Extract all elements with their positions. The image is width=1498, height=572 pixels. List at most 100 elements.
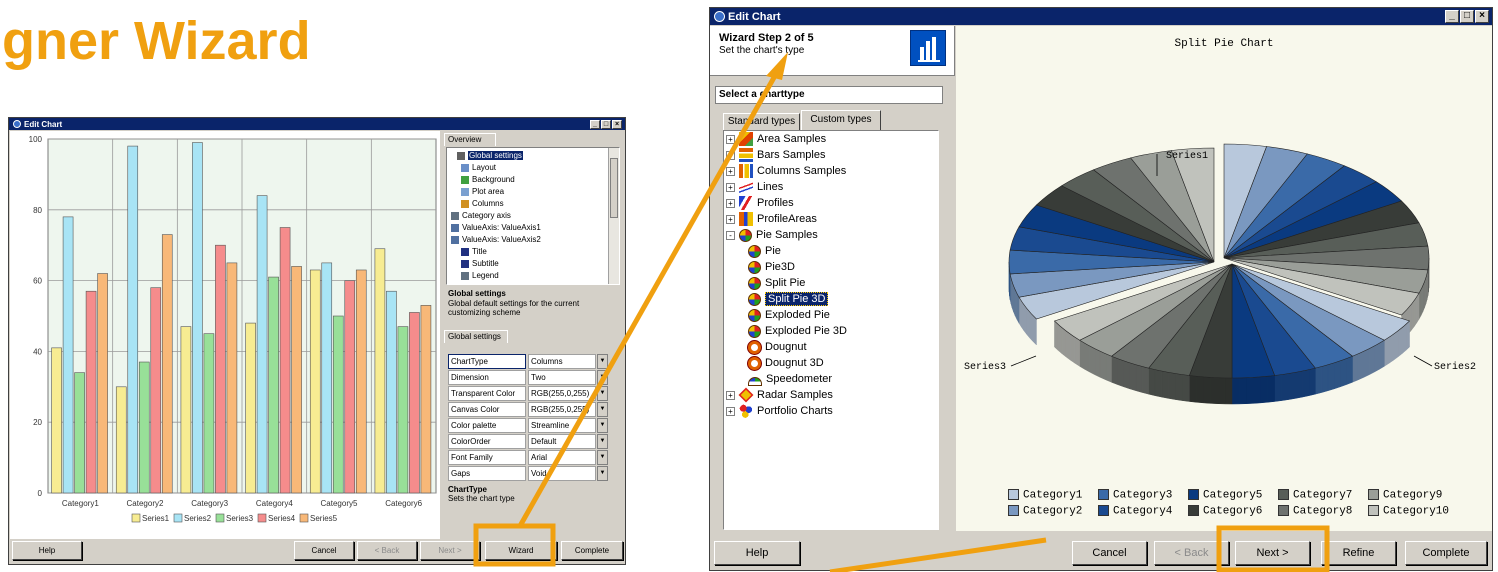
- complete-button[interactable]: Complete: [1405, 541, 1487, 565]
- dropdown-arrow-icon[interactable]: ▼: [597, 434, 608, 449]
- tree-item[interactable]: Pie3D: [748, 259, 795, 275]
- expand-icon[interactable]: +: [726, 166, 735, 176]
- collapse-icon[interactable]: -: [726, 230, 735, 240]
- expand-icon[interactable]: +: [726, 214, 735, 224]
- dropdown-arrow-icon[interactable]: ▼: [597, 370, 608, 385]
- overview-item-label: Category axis: [462, 211, 511, 220]
- overview-item[interactable]: Layout: [461, 162, 496, 173]
- tree-item[interactable]: + ProfileAreas: [726, 211, 817, 227]
- settings-row[interactable]: ColorOrder Default ▼: [448, 434, 608, 449]
- settings-row[interactable]: Transparent Color RGB(255,0,255) ▼: [448, 386, 608, 401]
- tree-item[interactable]: Split Pie 3D: [748, 291, 829, 307]
- tree-item[interactable]: Speedometer: [748, 371, 832, 387]
- pie-slice-side: [1217, 377, 1226, 405]
- settings-value[interactable]: RGB(255,0,255): [528, 402, 596, 417]
- small-complete-button[interactable]: Complete: [561, 541, 623, 560]
- overview-item[interactable]: ValueAxis: ValueAxis1: [451, 222, 541, 233]
- tree-item[interactable]: Dougnut 3D: [748, 355, 824, 371]
- tree-item[interactable]: + Radar Samples: [726, 387, 833, 403]
- tree-item[interactable]: + Bars Samples: [726, 147, 825, 163]
- overview-item[interactable]: Global settings: [457, 150, 523, 161]
- tree-item[interactable]: + Lines: [726, 179, 783, 195]
- settings-value[interactable]: Default: [528, 434, 596, 449]
- bar: [74, 372, 85, 494]
- settings-row[interactable]: Color palette Streamline ▼: [448, 418, 608, 433]
- settings-value[interactable]: Two: [528, 370, 596, 385]
- settings-value[interactable]: Arial: [528, 450, 596, 465]
- expand-icon[interactable]: +: [726, 406, 735, 416]
- dropdown-arrow-icon[interactable]: ▼: [597, 402, 608, 417]
- overview-item[interactable]: Title: [461, 246, 487, 257]
- settings-row[interactable]: Dimension Two ▼: [448, 370, 608, 385]
- tab-standard-types[interactable]: Standard types: [723, 113, 800, 130]
- expand-icon[interactable]: +: [726, 390, 735, 400]
- settings-desc-text: Sets the chart type: [448, 494, 515, 503]
- small-wizard-button[interactable]: Wizard: [485, 541, 557, 560]
- help-button[interactable]: Help: [714, 541, 800, 565]
- expand-icon[interactable]: +: [726, 182, 735, 192]
- maximize-icon[interactable]: □: [1460, 10, 1474, 23]
- overview-scrollbar[interactable]: [608, 148, 619, 284]
- overview-item[interactable]: Subtitle: [461, 258, 499, 269]
- pie-chart-icon: [748, 244, 761, 258]
- legend-label: Series3: [226, 514, 254, 523]
- tree-item[interactable]: + Profiles: [726, 195, 794, 211]
- tree-item[interactable]: - Pie Samples: [726, 227, 818, 243]
- close-icon[interactable]: ×: [1475, 10, 1489, 23]
- small-help-button[interactable]: Help: [12, 541, 82, 560]
- overview-item[interactable]: Columns: [461, 198, 504, 209]
- settings-value[interactable]: Void: [528, 466, 596, 481]
- cancel-button[interactable]: Cancel: [1072, 541, 1147, 565]
- legend-swatch: [1188, 505, 1199, 516]
- minimize-icon[interactable]: _: [1445, 10, 1459, 23]
- tree-item[interactable]: Exploded Pie 3D: [748, 323, 847, 339]
- tree-item[interactable]: Pie: [748, 243, 781, 259]
- maximize-icon[interactable]: □: [601, 120, 611, 129]
- overview-item[interactable]: Plot area: [461, 186, 504, 197]
- overview-item[interactable]: ValueAxis: ValueAxis2: [451, 234, 541, 245]
- tree-item[interactable]: + Portfolio Charts: [726, 403, 833, 419]
- small-next-button[interactable]: Next >: [420, 541, 480, 560]
- small-back-button[interactable]: < Back: [357, 541, 417, 560]
- close-icon[interactable]: ×: [612, 120, 622, 129]
- settings-row[interactable]: ChartType Columns ▼: [448, 354, 608, 369]
- settings-row[interactable]: Gaps Void ▼: [448, 466, 608, 481]
- dropdown-arrow-icon[interactable]: ▼: [597, 450, 608, 465]
- pie-slice-side: [1281, 373, 1289, 401]
- settings-row[interactable]: Canvas Color RGB(255,0,255) ▼: [448, 402, 608, 417]
- tree-item[interactable]: Split Pie: [748, 275, 805, 291]
- pie-slice-side: [1340, 358, 1347, 388]
- expand-icon[interactable]: +: [726, 134, 735, 144]
- settings-value[interactable]: Columns: [528, 354, 596, 369]
- expand-icon[interactable]: +: [726, 150, 735, 160]
- pie-slice-side: [1301, 369, 1310, 398]
- minimize-icon[interactable]: _: [590, 120, 600, 129]
- overview-item[interactable]: Legend: [461, 270, 499, 281]
- settings-value[interactable]: RGB(255,0,255): [528, 386, 596, 401]
- settings-value[interactable]: Streamline: [528, 418, 596, 433]
- bar: [138, 361, 150, 494]
- dropdown-arrow-icon[interactable]: ▼: [597, 466, 608, 481]
- overview-item[interactable]: Category axis: [451, 210, 511, 221]
- tree-item[interactable]: Exploded Pie: [748, 307, 830, 323]
- tab-custom-types[interactable]: Custom types: [801, 110, 881, 130]
- overview-item-icon: [451, 223, 459, 232]
- refine-button[interactable]: Refine: [1321, 541, 1396, 565]
- dropdown-arrow-icon[interactable]: ▼: [597, 418, 608, 433]
- tree-item[interactable]: Dougnut: [748, 339, 807, 355]
- small-cancel-button[interactable]: Cancel: [294, 541, 354, 560]
- legend-label: Category3: [1113, 489, 1173, 502]
- expand-icon[interactable]: +: [726, 198, 735, 208]
- back-button[interactable]: < Back: [1154, 541, 1229, 565]
- dropdown-arrow-icon[interactable]: ▼: [597, 386, 608, 401]
- tree-item[interactable]: + Columns Samples: [726, 163, 846, 179]
- overview-tab[interactable]: Overview: [444, 133, 496, 146]
- dropdown-arrow-icon[interactable]: ▼: [597, 354, 608, 369]
- tree-item[interactable]: + Area Samples: [726, 131, 826, 147]
- settings-row[interactable]: Font Family Arial ▼: [448, 450, 608, 465]
- pie-slice-side: [1196, 375, 1204, 404]
- settings-tab[interactable]: Global settings: [444, 330, 508, 343]
- pie-slice-side: [1070, 333, 1076, 364]
- next-button[interactable]: Next >: [1235, 541, 1310, 565]
- overview-item[interactable]: Background: [461, 174, 515, 185]
